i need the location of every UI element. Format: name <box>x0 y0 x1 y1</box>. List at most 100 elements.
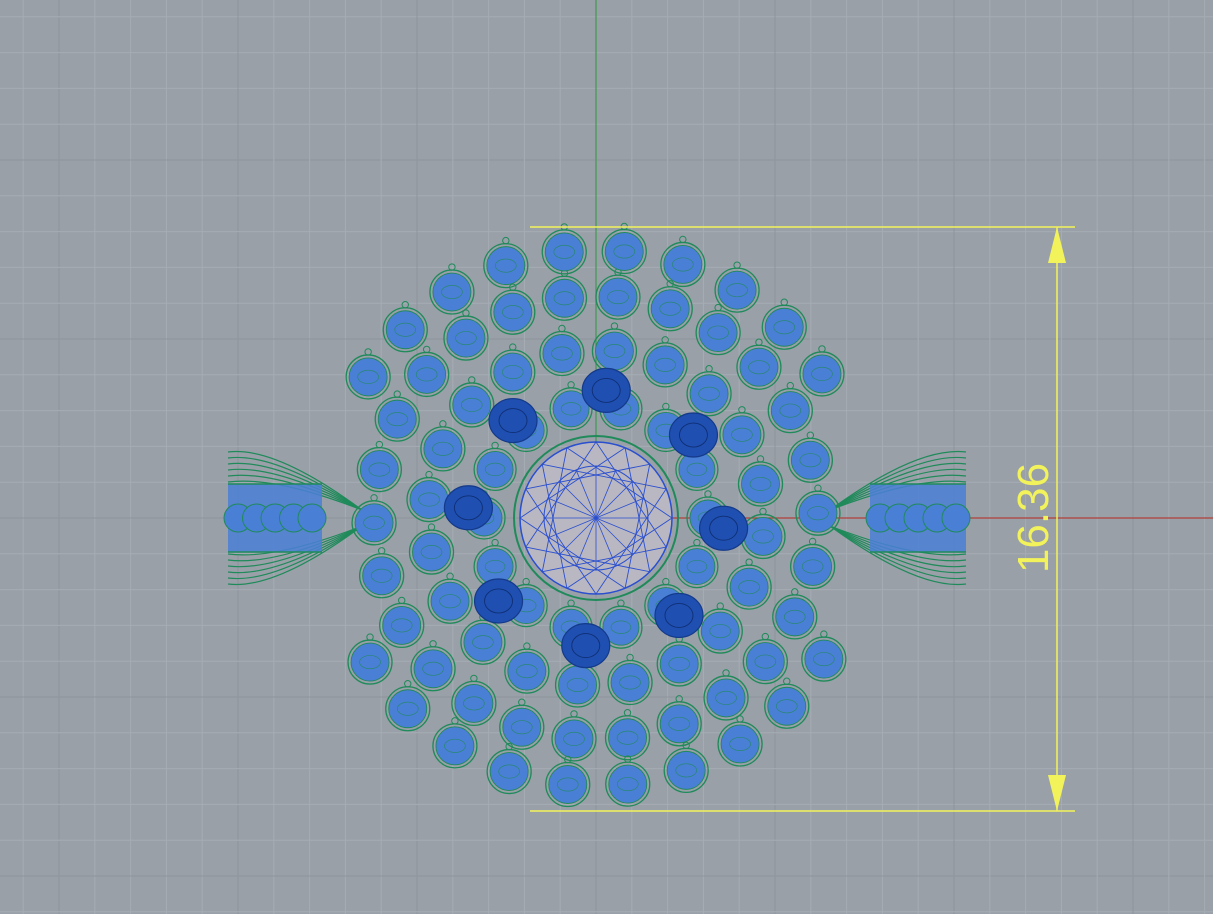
prong <box>491 441 499 450</box>
halo-stone <box>761 298 807 350</box>
gem <box>432 272 472 312</box>
gem <box>798 493 838 533</box>
prong <box>759 507 767 516</box>
halo-stone <box>410 640 456 692</box>
gem <box>790 440 830 480</box>
prong <box>558 324 566 333</box>
viewport-canvas[interactable]: 16.36 <box>0 0 1213 914</box>
gem <box>793 546 833 586</box>
halo-stone <box>374 390 420 442</box>
halo-stone <box>545 755 591 808</box>
halo-stone <box>656 635 702 687</box>
gem <box>348 357 388 397</box>
gem <box>745 642 785 682</box>
prong <box>716 602 724 610</box>
prong <box>755 338 763 346</box>
prong <box>570 710 578 718</box>
accent-gem <box>654 592 704 639</box>
rhino-top-viewport[interactable]: 16.36 <box>0 0 1213 914</box>
ring-model[interactable] <box>223 222 971 808</box>
gem <box>493 292 533 332</box>
prong <box>820 630 828 638</box>
gem <box>722 415 762 455</box>
gem <box>598 277 638 317</box>
gem <box>594 331 634 371</box>
gem <box>413 649 453 689</box>
halo-stone <box>382 301 428 353</box>
prong <box>617 599 625 607</box>
gem <box>650 289 690 329</box>
accent-stone <box>581 367 631 414</box>
halo-stone <box>504 642 550 694</box>
halo-stone <box>408 523 455 575</box>
gem <box>610 663 650 702</box>
gem <box>698 313 738 353</box>
gem <box>548 765 588 804</box>
gem <box>544 232 584 272</box>
prong <box>509 343 517 351</box>
gem <box>666 750 706 790</box>
gem <box>729 567 769 607</box>
halo-stone <box>427 572 473 624</box>
halo-stone <box>601 222 647 275</box>
gem <box>412 532 451 572</box>
gem <box>489 752 529 791</box>
gem <box>409 480 449 520</box>
halo-stone <box>591 322 638 374</box>
halo-stone <box>449 376 495 428</box>
arrowhead-top <box>1048 227 1066 263</box>
gem <box>645 345 685 385</box>
prong <box>370 494 378 502</box>
prong <box>610 322 619 330</box>
accent-gem <box>561 622 611 669</box>
accent-stone <box>654 592 704 639</box>
halo-stone <box>772 588 818 640</box>
accent-stone <box>668 412 719 458</box>
halo-stone <box>717 715 763 767</box>
gem <box>663 245 703 284</box>
halo-stone <box>595 268 641 320</box>
prong <box>780 298 788 306</box>
prong <box>502 236 510 245</box>
prong <box>736 715 744 723</box>
accent-stone <box>473 578 524 624</box>
gem <box>678 548 716 586</box>
accent-gem <box>581 367 631 414</box>
gem <box>767 686 807 726</box>
prong <box>491 538 499 547</box>
dimension-value-label: 16.36 <box>1009 463 1058 573</box>
halo-stone <box>404 345 450 398</box>
gem <box>659 704 699 744</box>
gem <box>359 450 399 490</box>
gem <box>486 246 526 286</box>
prong <box>427 523 436 531</box>
prong <box>366 633 374 641</box>
prong <box>783 677 791 685</box>
halo-stone <box>351 494 397 546</box>
gem <box>362 556 402 596</box>
gem <box>545 278 584 318</box>
gem <box>542 334 582 373</box>
prong <box>404 680 412 688</box>
accent-stone <box>443 485 494 531</box>
gem <box>802 354 842 394</box>
halo-stone <box>406 470 452 523</box>
prong <box>468 376 476 384</box>
halo-stone <box>642 336 688 388</box>
halo-stone <box>539 324 585 377</box>
halo-stone <box>714 261 760 313</box>
prong <box>439 420 447 428</box>
gem <box>739 347 779 387</box>
channel-stone <box>941 503 971 533</box>
gem <box>764 307 804 347</box>
gem <box>689 374 729 414</box>
prong <box>401 301 409 309</box>
prong <box>679 235 687 244</box>
halo-stone <box>604 709 651 761</box>
accent-stone <box>561 622 611 669</box>
gem <box>720 724 760 764</box>
accent-gem <box>473 578 524 624</box>
halo-stone <box>451 674 497 727</box>
halo-stone <box>801 630 847 682</box>
prong <box>567 381 575 389</box>
